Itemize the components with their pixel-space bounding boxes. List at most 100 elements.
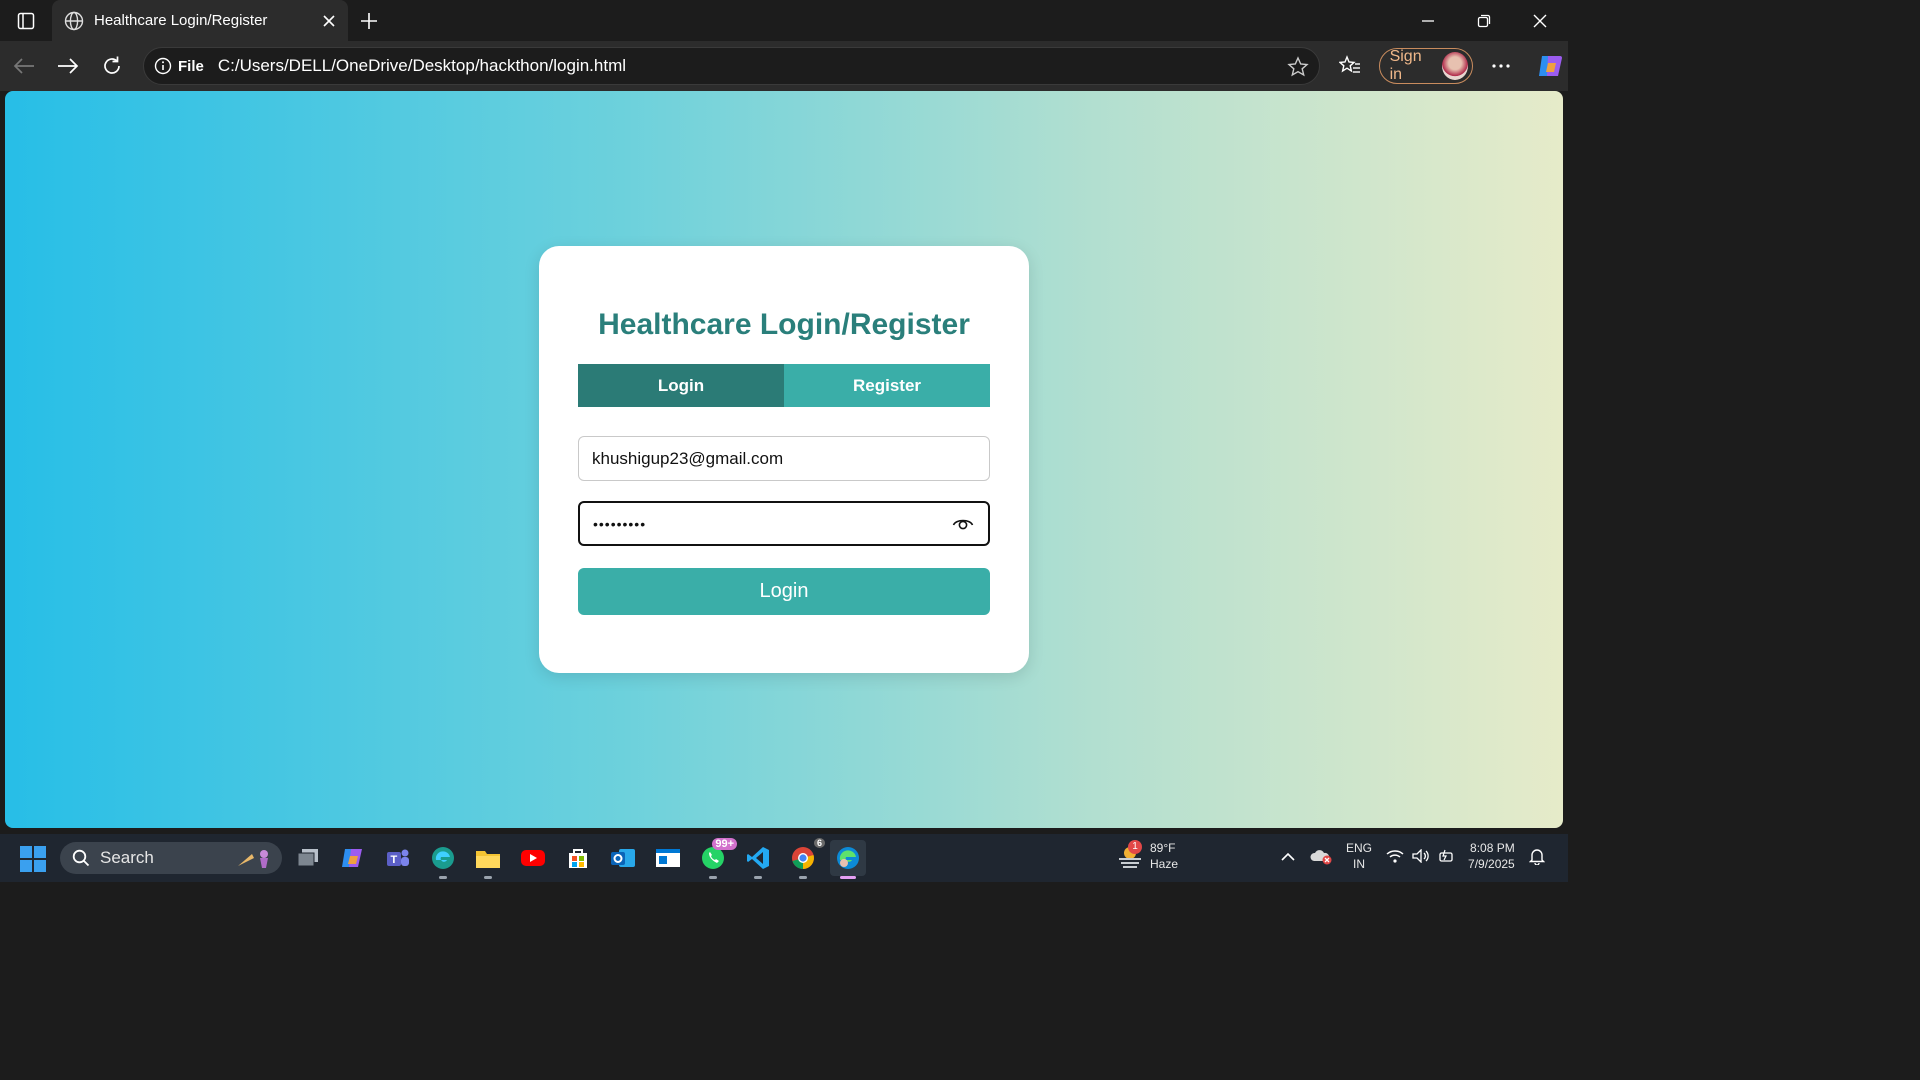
copilot-icon bbox=[342, 849, 362, 867]
taskbar-search[interactable]: Search bbox=[60, 842, 282, 874]
lang-top: ENG bbox=[1346, 841, 1373, 855]
more-options-button[interactable] bbox=[1481, 46, 1522, 86]
forward-button[interactable] bbox=[46, 46, 90, 86]
chrome-button[interactable]: 6 bbox=[785, 838, 825, 879]
page-title: Healthcare Login/Register bbox=[598, 308, 970, 341]
edge-button[interactable] bbox=[830, 840, 866, 879]
url-text: C:/Users/DELL/OneDrive/Desktop/hackthon/… bbox=[217, 56, 627, 75]
windows-logo-pane bbox=[20, 860, 32, 872]
tab-title: Healthcare Login/Register bbox=[94, 12, 268, 29]
back-button[interactable] bbox=[2, 46, 46, 86]
edge-icon bbox=[432, 847, 454, 869]
outlook-button[interactable] bbox=[605, 840, 641, 876]
store-button[interactable] bbox=[560, 840, 596, 876]
battery-icon bbox=[1439, 849, 1453, 862]
running-indicator bbox=[709, 876, 717, 879]
tab-login[interactable]: Login bbox=[578, 364, 784, 407]
language-indicator[interactable]: ENG IN bbox=[1346, 840, 1372, 872]
info-icon bbox=[154, 57, 172, 75]
minimize-button[interactable] bbox=[1400, 0, 1456, 41]
running-indicator bbox=[484, 876, 492, 879]
login-submit-button[interactable]: Login bbox=[578, 568, 990, 615]
sign-in-button[interactable]: Sign in bbox=[1378, 48, 1473, 84]
tab-register[interactable]: Register bbox=[784, 364, 990, 407]
favorites-icon bbox=[1339, 55, 1361, 73]
back-arrow-icon bbox=[13, 58, 34, 74]
chevron-up-icon[interactable] bbox=[1280, 851, 1296, 861]
password-field[interactable] bbox=[578, 501, 990, 546]
teams-button[interactable]: T bbox=[380, 840, 416, 876]
onedrive-error-icon[interactable] bbox=[1310, 847, 1332, 865]
avatar bbox=[1442, 52, 1468, 80]
task-view-button[interactable] bbox=[290, 840, 326, 876]
taskbar: Search T 99+ 6 1 89°F Haze ENG IN 8:08 P… bbox=[0, 834, 1568, 882]
system-tray: ENG IN 8:08 PM 7/9/2025 bbox=[1280, 840, 1545, 872]
weather-temp: 89°F bbox=[1150, 841, 1176, 855]
whatsapp-button[interactable]: 99+ bbox=[695, 838, 737, 879]
running-indicator bbox=[439, 876, 447, 879]
windows-logo-pane bbox=[34, 846, 46, 858]
restore-button[interactable] bbox=[1456, 0, 1512, 41]
notification-bell-icon[interactable] bbox=[1528, 847, 1545, 865]
file-explorer-button[interactable] bbox=[470, 840, 506, 879]
auth-card: Healthcare Login/Register Login Register… bbox=[539, 246, 1029, 673]
taskbar-apps: T 99+ 6 bbox=[290, 838, 866, 879]
new-tab-button[interactable] bbox=[356, 8, 382, 34]
close-tab-icon[interactable] bbox=[322, 14, 336, 28]
browser-tab[interactable]: Healthcare Login/Register bbox=[52, 0, 348, 41]
weather-text: 89°F Haze bbox=[1150, 840, 1178, 872]
lang-bottom: IN bbox=[1353, 857, 1365, 871]
vscode-button[interactable] bbox=[740, 840, 776, 879]
reader-app-button[interactable] bbox=[650, 840, 686, 876]
favorites-button[interactable] bbox=[1330, 46, 1371, 86]
wifi-icon bbox=[1386, 850, 1404, 863]
whatsapp-badge: 99+ bbox=[712, 838, 737, 850]
close-window-button[interactable] bbox=[1512, 0, 1568, 41]
chrome-icon bbox=[792, 847, 814, 869]
tab-actions-button[interactable] bbox=[0, 0, 52, 41]
teams-icon: T bbox=[387, 849, 409, 866]
search-highlight-icon bbox=[238, 850, 268, 868]
weather-badge: 1 bbox=[1128, 840, 1142, 854]
folder-icon bbox=[476, 851, 500, 868]
svg-text:T: T bbox=[391, 854, 398, 866]
refresh-button[interactable] bbox=[90, 46, 134, 86]
youtube-button[interactable] bbox=[515, 840, 551, 876]
copilot-app-button[interactable] bbox=[335, 840, 371, 876]
store-icon bbox=[569, 849, 587, 868]
toolbar-right: Sign in bbox=[1330, 46, 1570, 86]
clock[interactable]: 8:08 PM 7/9/2025 bbox=[1468, 840, 1515, 872]
weather-widget[interactable]: 1 89°F Haze bbox=[1116, 840, 1178, 872]
url-bar[interactable]: File C:/Users/DELL/OneDrive/Desktop/hack… bbox=[143, 47, 1320, 85]
running-indicator bbox=[799, 876, 807, 879]
favorite-star-icon[interactable] bbox=[1287, 56, 1309, 78]
haze-icon: 1 bbox=[1116, 840, 1144, 870]
restore-icon bbox=[1477, 14, 1491, 27]
edge-dev-button[interactable] bbox=[425, 840, 461, 879]
copilot-icon bbox=[1538, 56, 1562, 76]
globe-icon bbox=[64, 11, 84, 30]
copilot-button[interactable] bbox=[1529, 46, 1570, 86]
minimize-icon bbox=[1422, 19, 1434, 22]
weather-desc: Haze bbox=[1150, 857, 1179, 871]
clock-date: 7/9/2025 bbox=[1468, 857, 1515, 871]
forward-arrow-icon bbox=[58, 58, 79, 74]
show-password-eye-icon[interactable] bbox=[952, 514, 974, 532]
start-button[interactable] bbox=[20, 846, 46, 872]
youtube-icon bbox=[521, 850, 545, 866]
edge-icon bbox=[837, 847, 859, 869]
auth-tabs: Login Register bbox=[578, 364, 990, 407]
tab-actions-icon bbox=[17, 12, 35, 29]
more-dots-icon bbox=[1492, 64, 1510, 68]
active-indicator bbox=[840, 876, 856, 879]
volume-icon bbox=[1412, 849, 1429, 863]
email-field[interactable] bbox=[578, 436, 990, 481]
page-viewport: Healthcare Login/Register Login Register… bbox=[5, 91, 1563, 828]
running-indicator bbox=[754, 876, 762, 879]
quick-settings-button[interactable] bbox=[1386, 848, 1454, 864]
search-icon bbox=[72, 849, 90, 867]
site-info-button[interactable]: File bbox=[154, 57, 218, 75]
reader-icon bbox=[656, 849, 680, 867]
windows-logo-pane bbox=[20, 846, 32, 858]
browser-address-bar: File C:/Users/DELL/OneDrive/Desktop/hack… bbox=[0, 41, 1568, 91]
